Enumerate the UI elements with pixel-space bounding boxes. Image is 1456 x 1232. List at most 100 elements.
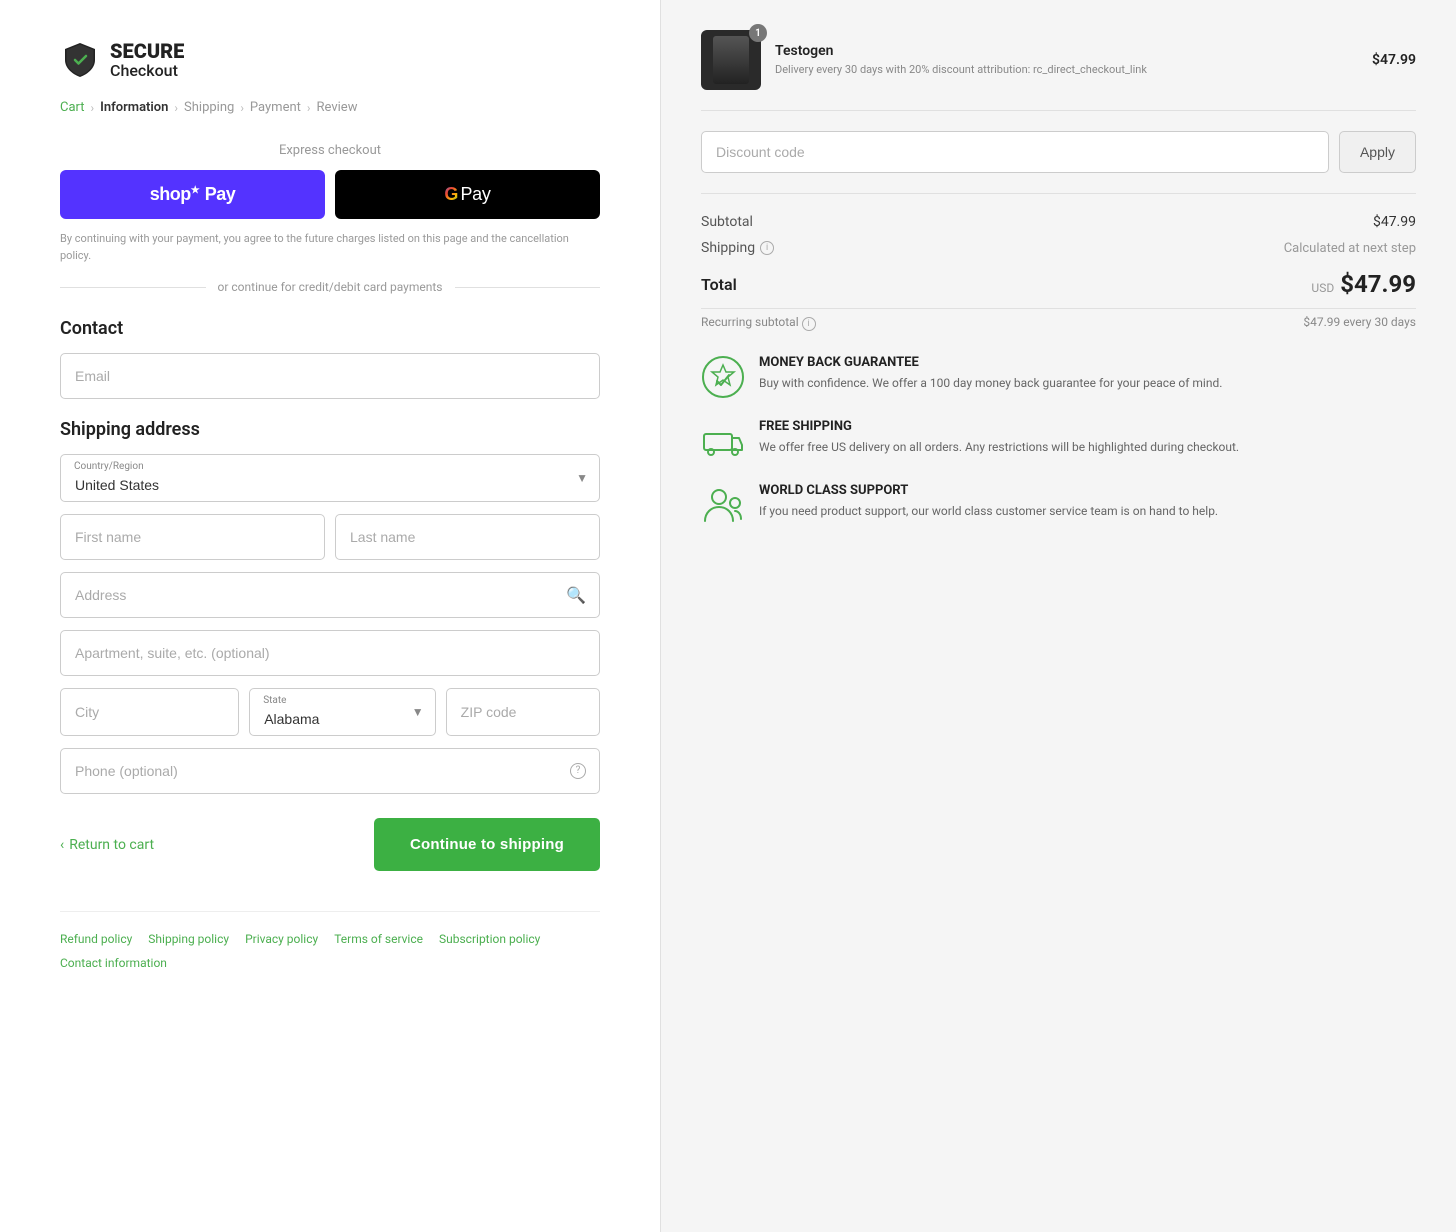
breadcrumb-payment: Payment: [250, 100, 301, 115]
first-name-input[interactable]: [60, 514, 325, 560]
shipping-label: Shipping i: [701, 240, 774, 256]
shipping-title: Shipping address: [60, 419, 600, 440]
logo: SECURE Checkout: [60, 40, 600, 80]
breadcrumb: Cart › Information › Shipping › Payment …: [60, 100, 600, 115]
breadcrumb-cart[interactable]: Cart: [60, 100, 85, 115]
return-to-cart-link[interactable]: ‹ Return to cart: [60, 837, 154, 853]
subtotal-value: $47.99: [1373, 214, 1416, 230]
recurring-label: Recurring subtotal i: [701, 315, 816, 331]
recurring-value: $47.99 every 30 days: [1303, 315, 1416, 331]
phone-input[interactable]: [60, 748, 600, 794]
product-price: $47.99: [1372, 52, 1416, 68]
contact-information-link[interactable]: Contact information: [60, 956, 167, 970]
world-support-badge: WORLD CLASS SUPPORT If you need product …: [701, 483, 1416, 527]
divider-right: [455, 287, 601, 288]
chevron-left-icon: ‹: [60, 837, 64, 853]
shipping-policy-link[interactable]: Shipping policy: [148, 932, 229, 946]
breadcrumb-information: Information: [100, 100, 168, 115]
money-back-content: MONEY BACK GUARANTEE Buy with confidence…: [759, 355, 1222, 392]
shipping-info-icon[interactable]: i: [760, 241, 774, 255]
privacy-policy-link[interactable]: Privacy policy: [245, 932, 318, 946]
free-shipping-desc: We offer free US delivery on all orders.…: [759, 438, 1239, 456]
breadcrumb-sep-1: ›: [91, 101, 95, 115]
recurring-row: Recurring subtotal i $47.99 every 30 day…: [701, 308, 1416, 331]
address-wrap: 🔍: [60, 572, 600, 618]
subtotal-label: Subtotal: [701, 214, 753, 230]
world-support-content: WORLD CLASS SUPPORT If you need product …: [759, 483, 1218, 520]
total-currency: USD: [1311, 281, 1334, 295]
free-shipping-title: FREE SHIPPING: [759, 419, 1239, 434]
world-support-icon: [701, 483, 745, 527]
subscription-policy-link[interactable]: Subscription policy: [439, 932, 540, 946]
zip-input[interactable]: [446, 688, 600, 736]
free-shipping-badge: FREE SHIPPING We offer free US delivery …: [701, 419, 1416, 463]
google-pay-button[interactable]: G Pay: [335, 170, 600, 219]
gpay-text: Pay: [460, 184, 490, 205]
product-quantity-badge: 1: [749, 24, 767, 42]
footer-links: Refund policy Shipping policy Privacy po…: [60, 932, 600, 946]
right-panel: 1 Testogen Delivery every 30 days with 2…: [660, 0, 1456, 1232]
country-wrap: Country/Region United States Canada Unit…: [60, 454, 600, 502]
divider-row: or continue for credit/debit card paymen…: [60, 280, 600, 294]
discount-row: Apply: [701, 131, 1416, 194]
state-select[interactable]: Alabama Alaska Arizona California Colora…: [249, 688, 435, 736]
free-shipping-icon: [701, 419, 745, 463]
shipping-value: Calculated at next step: [1284, 241, 1416, 256]
money-back-icon: [701, 355, 745, 399]
city-state-zip-row: State Alabama Alaska Arizona California …: [60, 688, 600, 736]
free-shipping-content: FREE SHIPPING We offer free US delivery …: [759, 419, 1239, 456]
address-input[interactable]: [60, 572, 600, 618]
state-wrap: State Alabama Alaska Arizona California …: [249, 688, 435, 736]
breadcrumb-sep-2: ›: [174, 101, 178, 115]
city-input[interactable]: [60, 688, 239, 736]
email-input[interactable]: [60, 353, 600, 399]
terms-of-service-link[interactable]: Terms of service: [334, 932, 423, 946]
gpay-g-icon: G: [444, 184, 458, 205]
shopify-pay-logo: shop★ Pay: [150, 184, 236, 205]
email-wrap: [60, 353, 600, 399]
country-select[interactable]: United States Canada United Kingdom: [60, 454, 600, 502]
phone-wrap: ?: [60, 748, 600, 794]
shipping-row: Shipping i Calculated at next step: [701, 240, 1416, 256]
shopify-pay-button[interactable]: shop★ Pay: [60, 170, 325, 219]
action-row: ‹ Return to cart Continue to shipping: [60, 818, 600, 871]
apt-input[interactable]: [60, 630, 600, 676]
discount-code-input[interactable]: [701, 131, 1329, 173]
product-description: Delivery every 30 days with 20% discount…: [775, 62, 1372, 77]
apply-discount-button[interactable]: Apply: [1339, 131, 1416, 173]
contact-title: Contact: [60, 318, 600, 339]
logo-text: SECURE Checkout: [110, 40, 184, 80]
product-name: Testogen: [775, 43, 1372, 59]
divider-text: or continue for credit/debit card paymen…: [218, 280, 443, 294]
terms-note: By continuing with your payment, you agr…: [60, 231, 600, 264]
world-support-desc: If you need product support, our world c…: [759, 502, 1218, 520]
product-info: Testogen Delivery every 30 days with 20%…: [775, 43, 1372, 77]
total-label: Total: [701, 275, 737, 294]
shield-icon: [60, 40, 100, 80]
recurring-info-icon[interactable]: i: [802, 317, 816, 331]
express-checkout-label: Express checkout: [60, 143, 600, 158]
breadcrumb-sep-4: ›: [307, 101, 311, 115]
left-panel: SECURE Checkout Cart › Information › Shi…: [0, 0, 660, 1232]
breadcrumb-review: Review: [317, 100, 358, 115]
name-row: [60, 514, 600, 560]
world-support-title: WORLD CLASS SUPPORT: [759, 483, 1218, 498]
product-image-inner: [713, 36, 749, 84]
money-back-title: MONEY BACK GUARANTEE: [759, 355, 1222, 370]
total-value: $47.99: [1340, 270, 1416, 298]
money-back-badge: MONEY BACK GUARANTEE Buy with confidence…: [701, 355, 1416, 399]
total-row: Total USD $47.99: [701, 266, 1416, 298]
continue-to-shipping-button[interactable]: Continue to shipping: [374, 818, 600, 871]
breadcrumb-sep-3: ›: [240, 101, 244, 115]
apt-wrap: [60, 630, 600, 676]
footer-contact: Contact information: [60, 952, 600, 971]
breadcrumb-shipping: Shipping: [184, 100, 234, 115]
help-icon: ?: [570, 763, 586, 779]
refund-policy-link[interactable]: Refund policy: [60, 932, 132, 946]
product-row: 1 Testogen Delivery every 30 days with 2…: [701, 30, 1416, 111]
last-name-input[interactable]: [335, 514, 600, 560]
divider-left: [60, 287, 206, 288]
total-value-wrap: USD $47.99: [1311, 270, 1416, 298]
express-buttons: shop★ Pay G Pay: [60, 170, 600, 219]
subtotal-row: Subtotal $47.99: [701, 214, 1416, 230]
